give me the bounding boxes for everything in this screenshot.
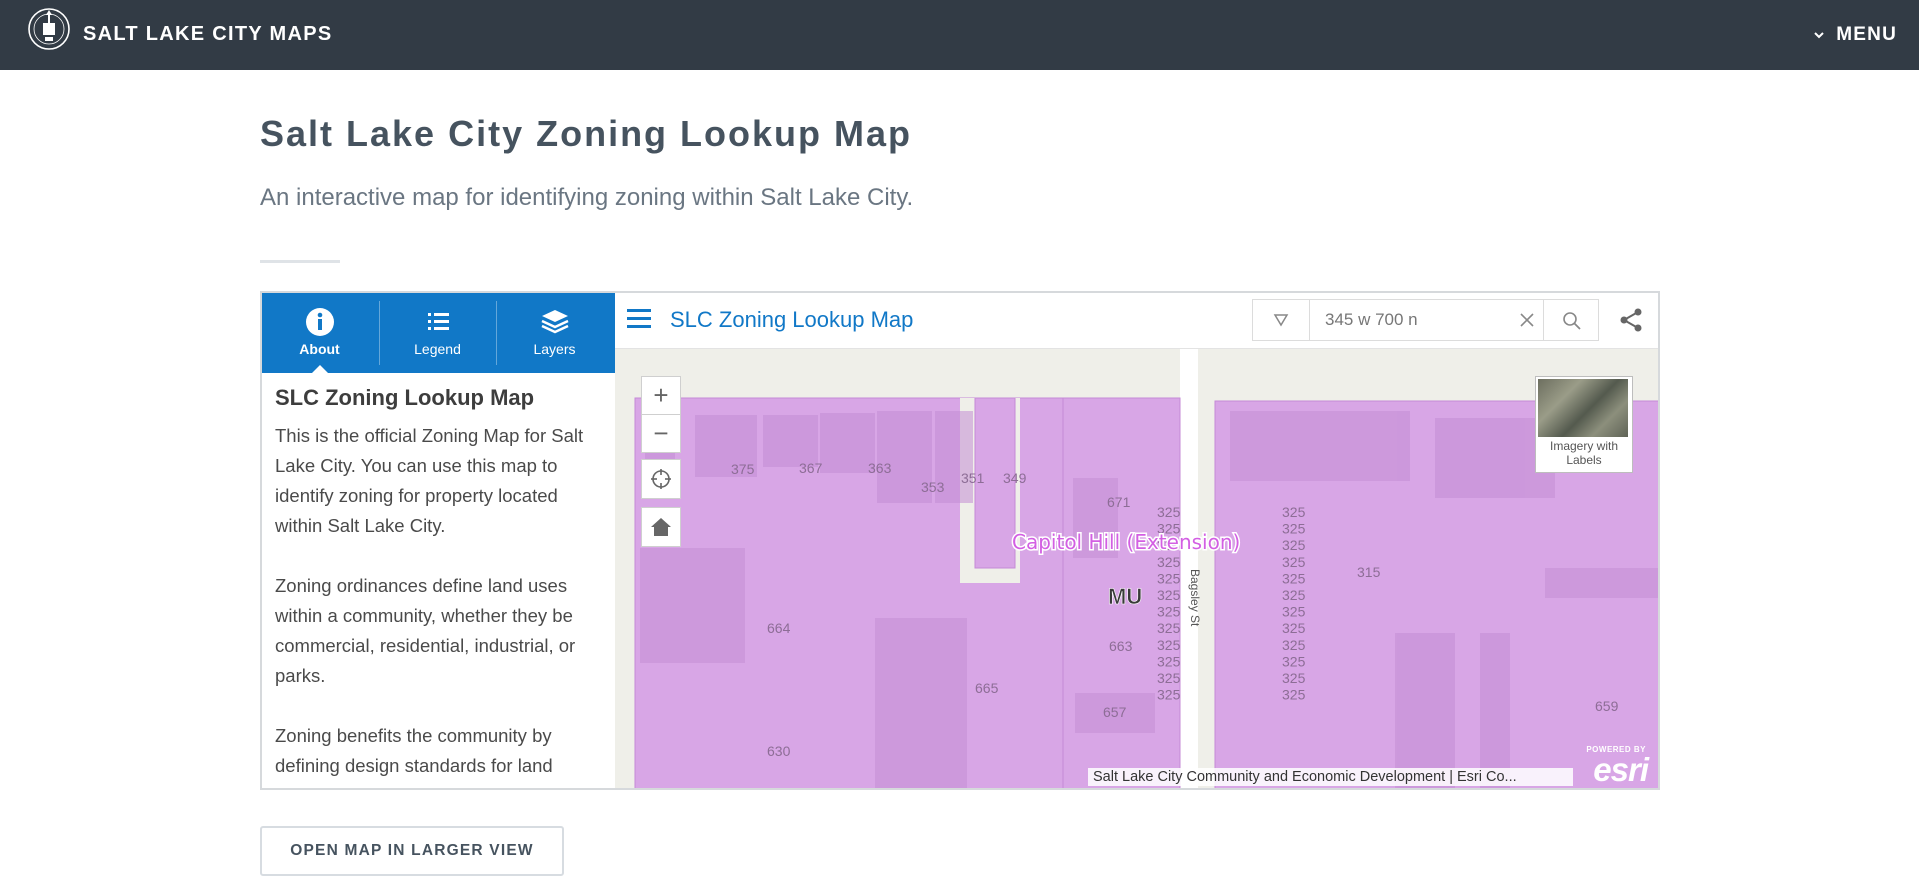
imagery-thumbnail (1538, 379, 1628, 437)
about-content: SLC Zoning Lookup Map This is the offici… (275, 385, 595, 788)
parcel-number: 659 (1595, 698, 1619, 714)
parcel-number: 325 (1282, 570, 1306, 586)
tab-legend[interactable]: Legend (380, 293, 495, 373)
basemap-label: Imagery with Labels (1549, 439, 1619, 467)
active-tab-caret (311, 365, 329, 374)
street (1180, 348, 1198, 788)
parcel-number: 657 (1103, 704, 1127, 720)
parcel-number: 325 (1157, 604, 1181, 620)
zone-label: MU (1108, 584, 1142, 609)
parcel-number: 315 (1357, 564, 1381, 580)
parcel-number: 325 (1282, 620, 1306, 636)
search-widget (1252, 299, 1599, 341)
city-seal-logo[interactable] (27, 7, 71, 51)
parcel-number: 325 (1282, 521, 1306, 537)
parcel-number: 363 (868, 460, 892, 476)
tab-label: About (299, 341, 340, 357)
tab-layers[interactable]: Layers (497, 293, 612, 373)
parcel-number: 663 (1109, 638, 1133, 654)
chevron-down-icon (1814, 32, 1824, 39)
parcel-number: 630 (767, 743, 791, 759)
layers-icon (541, 310, 569, 334)
parcel-number: 353 (921, 479, 945, 495)
parcel-number: 325 (1157, 554, 1181, 570)
home-icon (651, 518, 671, 536)
map-embed: About Legend Layers SLC Zoning Lookup Ma… (260, 291, 1660, 790)
parcel-number: 351 (961, 470, 985, 486)
page-subtitle: An interactive map for identifying zonin… (260, 184, 914, 211)
top-nav-bar: SALT LAKE CITY MAPS MENU (0, 0, 1919, 70)
page-title: Salt Lake City Zoning Lookup Map (260, 113, 913, 154)
parcel-number: 325 (1157, 653, 1181, 669)
map-view[interactable]: 375 367 363 353 351 349 671 664 663 665 … (615, 293, 1658, 788)
esri-wordmark: esri (1593, 751, 1649, 788)
parcel-number: 325 (1282, 504, 1306, 520)
share-icon[interactable] (1618, 307, 1644, 333)
search-icon (1563, 312, 1581, 330)
parcel-number: 325 (1157, 637, 1181, 653)
crosshair-icon (651, 469, 671, 489)
parcel-number: 325 (1157, 687, 1181, 703)
tab-label: Layers (533, 341, 576, 357)
parcel-number: 325 (1282, 637, 1306, 653)
side-panel-tabs: About Legend Layers (262, 293, 615, 374)
zoom-out-button[interactable]: − (642, 414, 680, 452)
parcel-number: 671 (1107, 494, 1131, 510)
parcel-number: 325 (1282, 554, 1306, 570)
zoom-control: + − (641, 376, 681, 453)
about-paragraph: This is the official Zoning Map for Salt… (275, 425, 584, 536)
district-label: Capitol Hill (Extension) (1012, 530, 1240, 554)
menu-label: MENU (1836, 24, 1897, 45)
tab-label: Legend (414, 341, 461, 357)
parcel-number: 325 (1282, 587, 1306, 603)
parcel-number: 325 (1282, 537, 1306, 553)
search-input[interactable] (1323, 309, 1527, 331)
parcel-number: 325 (1282, 687, 1306, 703)
about-paragraph: Zoning ordinances define land uses withi… (275, 575, 576, 686)
parcel-number: 367 (799, 460, 823, 476)
clear-icon[interactable] (1518, 311, 1536, 329)
parcel-number: 664 (767, 620, 791, 636)
hamburger-menu-icon[interactable] (627, 309, 651, 329)
menu-button[interactable]: MENU (1812, 24, 1897, 46)
about-title: SLC Zoning Lookup Map (275, 385, 535, 410)
side-panel: About Legend Layers SLC Zoning Lookup Ma… (262, 293, 616, 788)
home-button[interactable] (641, 507, 681, 547)
open-larger-view-button[interactable]: OPEN MAP IN LARGER VIEW (260, 826, 564, 876)
info-icon (306, 308, 334, 336)
parcel-number: 665 (975, 680, 999, 696)
parcel-number: 375 (731, 461, 755, 477)
parcel-number: 325 (1157, 504, 1181, 520)
search-source-dropdown[interactable] (1253, 300, 1310, 340)
zoning-map-canvas[interactable]: 375 367 363 353 351 349 671 664 663 665 … (615, 293, 1658, 788)
map-header: SLC Zoning Lookup Map (615, 293, 1658, 349)
tab-about[interactable]: About (262, 293, 377, 373)
site-title[interactable]: SALT LAKE CITY MAPS (83, 23, 333, 46)
map-title: SLC Zoning Lookup Map (670, 307, 914, 332)
heading-divider (260, 260, 340, 263)
parcel-number: 325 (1157, 670, 1181, 686)
search-button[interactable] (1543, 300, 1599, 340)
about-paragraph: Zoning benefits the community by definin… (275, 725, 553, 776)
parcel-number: 325 (1157, 587, 1181, 603)
parcel-number: 325 (1157, 570, 1181, 586)
parcel-number: 325 (1282, 653, 1306, 669)
triangle-down-icon (1273, 314, 1289, 327)
parcel-number: 325 (1282, 670, 1306, 686)
parcel-number: 325 (1282, 604, 1306, 620)
street-label: Bagsley St (1188, 569, 1202, 627)
locate-button[interactable] (641, 459, 681, 499)
list-icon (428, 313, 449, 330)
zoom-in-button[interactable]: + (642, 377, 680, 414)
parcel-number: 349 (1003, 470, 1027, 486)
map-attribution[interactable]: Salt Lake City Community and Economic De… (1088, 768, 1573, 786)
parcel-number: 325 (1157, 620, 1181, 636)
basemap-toggle[interactable]: Imagery with Labels (1535, 376, 1633, 473)
esri-logo[interactable]: POWERED BY esri (1568, 745, 1649, 788)
